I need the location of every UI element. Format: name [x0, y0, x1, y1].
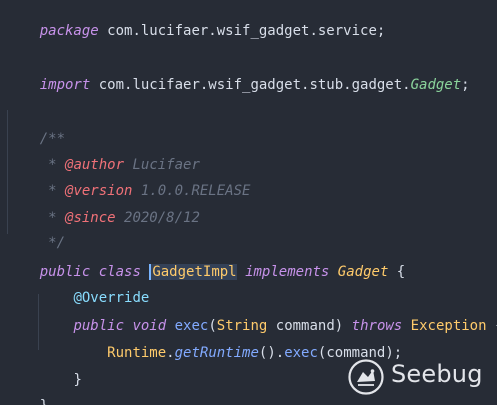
interface-name: Gadget [337, 264, 389, 280]
code-line[interactable]: @Override [6, 268, 149, 306]
exception-type: Exception [410, 318, 487, 334]
method-call: exec [284, 345, 318, 361]
doc-since-value: 2020/8/12 [115, 210, 200, 226]
code-line[interactable]: import com.lucifaer.wsif_gadget.stub.gad… [6, 55, 470, 93]
static-method: getRuntime [174, 345, 259, 361]
package-path: com.lucifaer.wsif_gadget.service; [98, 23, 386, 39]
code-line[interactable]: } [6, 350, 81, 388]
semicolon: ; [461, 77, 470, 93]
code-line[interactable]: * @author Lucifaer [6, 135, 200, 173]
watermark-text: Seebug [391, 360, 483, 388]
keyword-implements: implements [245, 264, 330, 280]
close-brace: } [40, 398, 48, 405]
open-brace: { [388, 264, 406, 280]
open-brace: { [487, 318, 497, 334]
code-editor[interactable]: package com.lucifaer.wsif_gadget.service… [0, 0, 497, 405]
code-line[interactable]: /** [6, 109, 65, 147]
import-path: com.lucifaer.wsif_gadget.stub.gadget. [90, 77, 411, 93]
class-name[interactable]: GadgetImpl [149, 264, 237, 280]
code-line[interactable]: */ [6, 213, 65, 251]
keyword: package [39, 23, 99, 39]
close-brace: } [73, 372, 82, 388]
code-line[interactable]: Runtime.getRuntime().exec(command); [6, 323, 402, 361]
seebug-logo-icon [348, 359, 384, 395]
code-line[interactable]: } [6, 376, 48, 405]
code-line[interactable]: * @version 1.0.0.RELEASE [6, 161, 250, 199]
dot: . [166, 345, 175, 361]
seebug-watermark: Seebug [348, 358, 483, 395]
doc-tag-since: @since [65, 210, 116, 226]
call-chain: (). [258, 345, 285, 361]
imported-class: Gadget [410, 77, 462, 93]
code-line[interactable]: package com.lucifaer.wsif_gadget.service… [6, 1, 386, 39]
code-line[interactable]: public void exec(String command) throws … [6, 296, 497, 334]
receiver-class: Runtime [107, 345, 167, 361]
code-line[interactable]: * @since 2020/8/12 [6, 188, 200, 226]
code-line[interactable]: public class GadgetImpl implements Gadge… [6, 242, 405, 280]
keyword: import [39, 77, 91, 93]
